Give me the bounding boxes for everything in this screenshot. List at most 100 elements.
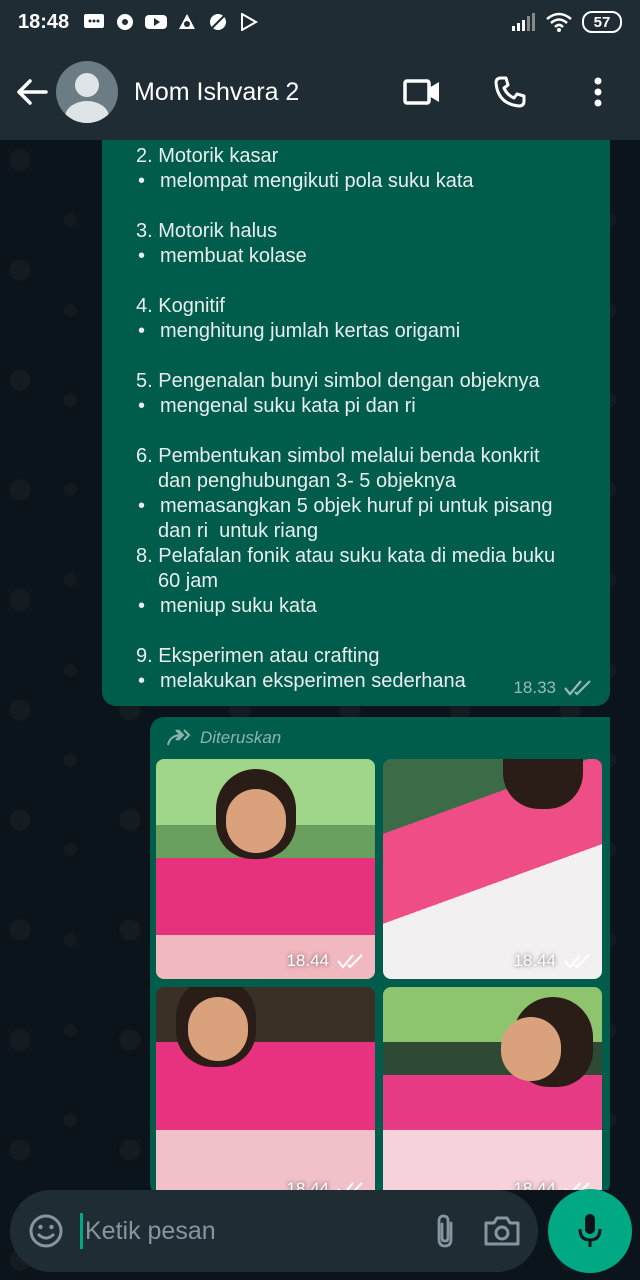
avatar[interactable] (56, 61, 118, 123)
voice-message-button[interactable] (548, 1189, 632, 1273)
chat-area[interactable]: 2. Motorik kasar • melompat mengikuti pola… (0, 140, 640, 1190)
chat-header: Mom Ishvara 2 (0, 44, 640, 140)
continuation-line: dan ri untuk riang (158, 520, 319, 542)
signal-icon (512, 13, 535, 31)
line-spacer (136, 619, 586, 644)
photo-meta: 18.44 (513, 951, 592, 971)
photo-thumbnail[interactable]: 18.44 (383, 759, 602, 979)
bullet-text: meniup suku kata (160, 595, 317, 617)
video-call-button[interactable] (402, 72, 442, 112)
camera-button[interactable] (483, 1211, 521, 1251)
status-bar: 18:48 57 (0, 0, 640, 44)
status-time: 18:48 (18, 10, 70, 33)
photo-time: 18.44 (286, 1179, 329, 1190)
message-composer (10, 1190, 538, 1272)
video-call-icon (403, 79, 439, 105)
chat-bubble-icon (117, 14, 134, 30)
microphone-icon (578, 1214, 602, 1247)
double-check-icon (337, 1182, 363, 1190)
voice-call-icon (494, 76, 526, 108)
bullet-marker: • (138, 320, 146, 342)
bullet-text: membuat kolase (160, 245, 307, 267)
message-text: 2. Motorik kasar • melompat mengikuti pola… (136, 144, 586, 694)
bullet-text: melompat mengikuti pola suku kata (160, 170, 474, 192)
message-input[interactable] (85, 1216, 407, 1246)
forwarded-indicator: Diteruskan (156, 723, 604, 753)
bullet-line: • meniup suku kata (136, 594, 586, 619)
bullet-line: • memasangkan 5 objek huruf pi untuk pisa… (136, 494, 586, 519)
photo-thumbnail[interactable]: 18.44 (156, 987, 375, 1190)
blocked-icon (210, 14, 227, 30)
bullet-marker: • (138, 595, 146, 617)
bullet-marker: • (138, 670, 146, 692)
outgoing-message-bubble[interactable]: 2. Motorik kasar • melompat mengikuti pola… (102, 140, 610, 706)
play-store-icon (241, 13, 259, 31)
message-time: 18.33 (513, 678, 556, 697)
photo-thumbnail[interactable]: 18.44 (156, 759, 375, 979)
youtube-icon (145, 15, 168, 29)
bullet-line: • menghitung jumlah kertas origami (136, 319, 586, 344)
back-arrow-icon (17, 79, 48, 105)
numbered-line: 9. Eksperimen atau crafting (136, 645, 380, 667)
bullet-line: • mengenal suku kata pi dan ri (136, 394, 586, 419)
back-button[interactable] (12, 72, 52, 112)
double-check-icon (337, 954, 363, 969)
notification-icons (83, 13, 260, 31)
photo-time: 18.44 (286, 951, 329, 970)
continuation-line: 60 jam (158, 570, 219, 592)
photo-thumbnail[interactable]: 18.44 (383, 987, 602, 1190)
system-icons: 57 (512, 11, 622, 33)
default-avatar-icon (65, 73, 109, 123)
double-check-icon (564, 954, 590, 969)
photo-meta: 18.44 (286, 1179, 365, 1190)
more-options-button[interactable] (578, 72, 618, 112)
bullet-marker: • (138, 245, 146, 267)
contact-name[interactable]: Mom Ishvara 2 (134, 78, 299, 107)
numbered-line: 2. Motorik kasar (136, 145, 279, 167)
line-spacer (136, 419, 586, 444)
emoji-button[interactable] (28, 1211, 64, 1251)
text-caret (80, 1213, 83, 1249)
line-spacer (136, 344, 586, 369)
line-spacer (136, 194, 586, 219)
forwarded-media-bubble[interactable]: Diteruskan 18.44 18.44 18.44 18.44 (150, 717, 610, 1190)
message-input-wrapper (80, 1211, 407, 1251)
photo-subject-face (188, 997, 248, 1061)
numbered-line: 6. Pembentukan simbol melalui benda konk… (136, 445, 540, 467)
numbered-line: 4. Kognitif (136, 295, 225, 317)
forwarded-label: Diteruskan (200, 728, 282, 747)
forward-arrow-icon (167, 729, 191, 746)
photo-time: 18.44 (513, 1179, 556, 1190)
battery-indicator: 57 (582, 11, 622, 33)
double-check-icon (564, 679, 591, 696)
attach-button[interactable] (433, 1211, 457, 1251)
numbered-line: 5. Pengenalan bunyi simbol dengan objekn… (136, 370, 540, 392)
more-vert-icon (594, 77, 602, 107)
bullet-marker: • (138, 170, 146, 192)
photo-meta: 18.44 (513, 1179, 592, 1190)
app-icon (179, 14, 196, 29)
bullet-marker: • (138, 495, 146, 517)
bullet-line: • membuat kolase (136, 244, 586, 269)
message-icon (84, 14, 105, 28)
numbered-line: 3. Motorik halus (136, 220, 278, 242)
message-meta: 18.33 (513, 675, 594, 700)
paperclip-icon (437, 1214, 453, 1248)
photo-time: 18.44 (513, 951, 556, 970)
bullet-text: melakukan eksperimen sederhana (160, 670, 466, 692)
bullet-text: mengenal suku kata pi dan ri (160, 395, 416, 417)
photo-subject (503, 759, 583, 809)
photo-meta: 18.44 (286, 951, 365, 971)
bullet-marker: • (138, 395, 146, 417)
numbered-line: 8. Pelafalan fonik atau suku kata di med… (136, 545, 556, 567)
photo-grid: 18.44 18.44 18.44 18.44 (156, 759, 604, 1190)
wifi-icon (546, 12, 572, 32)
photo-subject-face (226, 789, 286, 853)
photo-subject-face (501, 1017, 561, 1081)
bullet-text: memasangkan 5 objek huruf pi untuk pisan… (160, 495, 553, 517)
voice-call-button[interactable] (490, 72, 530, 112)
emoji-icon (29, 1214, 63, 1248)
continuation-line: dan penghubungan 3- 5 objeknya (158, 470, 457, 492)
line-spacer (136, 269, 586, 294)
camera-icon (484, 1216, 520, 1246)
